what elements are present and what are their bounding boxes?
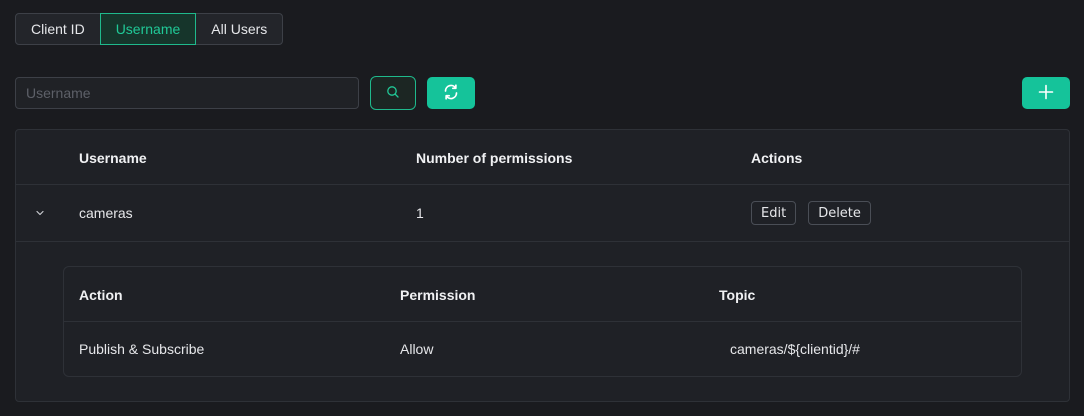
tab-all-users[interactable]: All Users (195, 13, 284, 45)
tab-group: Client ID Username All Users (15, 13, 284, 45)
permissions-table-header: Action Permission Topic (64, 267, 1021, 322)
header-action: Action (79, 286, 123, 303)
users-table: Username Number of permissions Actions c… (15, 129, 1070, 402)
cell-topic: cameras/${clientid}/# (730, 341, 860, 357)
header-permissions: Number of permissions (416, 149, 573, 166)
delete-button[interactable]: Delete (808, 201, 871, 225)
cell-permission: Allow (400, 341, 434, 357)
cell-username: cameras (79, 205, 133, 221)
header-permission: Permission (400, 286, 476, 303)
table-row: cameras 1 Edit Delete (16, 185, 1069, 242)
header-actions: Actions (751, 149, 803, 166)
cell-permissions-count: 1 (416, 205, 424, 221)
permission-row: Publish & Subscribe Allow cameras/${clie… (64, 322, 1021, 376)
search-input[interactable] (15, 77, 359, 109)
page: Client ID Username All Users Username Us… (0, 0, 1084, 416)
table-header: Username Number of permissions Actions (16, 130, 1069, 185)
tab-client-id[interactable]: Client ID (15, 13, 101, 45)
plus-icon (1038, 84, 1054, 103)
edit-button[interactable]: Edit (751, 201, 797, 225)
expand-row-toggle[interactable] (32, 205, 48, 221)
add-button[interactable] (1022, 77, 1070, 109)
refresh-icon (442, 83, 460, 104)
refresh-button[interactable] (427, 77, 475, 109)
chevron-down-icon (35, 205, 45, 221)
tab-username[interactable]: Username (99, 13, 197, 45)
header-username: Username (79, 149, 147, 166)
search-button[interactable] (370, 76, 416, 110)
search-icon (386, 85, 400, 102)
header-topic: Topic (719, 286, 756, 303)
permissions-table: Action Permission Topic Publish & Subscr… (63, 266, 1022, 377)
cell-actions: Edit Delete (751, 185, 883, 241)
cell-action: Publish & Subscribe (79, 341, 205, 357)
